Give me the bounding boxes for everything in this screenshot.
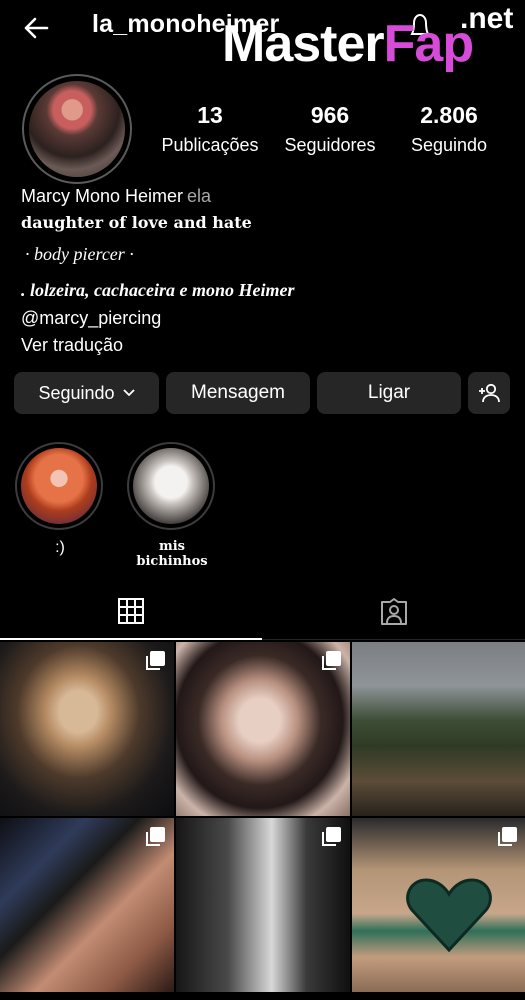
add-user-icon: [479, 383, 500, 403]
message-button[interactable]: Mensagem: [166, 372, 310, 414]
stat-posts-count: 13: [197, 102, 223, 128]
stat-posts-label: Publicações: [161, 135, 259, 155]
multiple-photos-icon: [322, 827, 341, 846]
profile-pronoun: ela: [187, 186, 212, 206]
message-button-label: Mensagem: [191, 382, 285, 403]
tab-posts-grid[interactable]: [0, 584, 262, 640]
multiple-photos-icon: [498, 827, 517, 846]
post-thumbnail[interactable]: [352, 818, 525, 992]
call-button[interactable]: Ligar: [317, 372, 461, 414]
bio-line-3: . lolzeira, cachaceira e mono Heimer: [21, 280, 295, 300]
bio-mention-link[interactable]: @marcy_piercing: [21, 308, 161, 329]
watermark-suffix: .net: [460, 2, 514, 35]
watermark-text: MasterFap: [222, 15, 474, 73]
stat-following[interactable]: 2.806 Seguindo: [404, 102, 494, 156]
story-highlight[interactable]: :): [15, 442, 105, 557]
tagged-person-icon: [380, 597, 407, 625]
highlight-cover: [15, 442, 103, 530]
story-highlight[interactable]: mis bichinhos: [127, 442, 217, 569]
bio-line-2: · body piercer ·: [25, 244, 134, 264]
multiple-photos-icon: [322, 651, 341, 670]
profile-name-row: Marcy Mono Heimer ela: [21, 186, 211, 207]
chevron-down-icon: [122, 389, 135, 397]
stat-following-count: 2.806: [420, 102, 478, 128]
suggested-users-button[interactable]: [468, 372, 510, 414]
highlight-label: mis bichinhos: [136, 539, 208, 569]
call-button-label: Ligar: [367, 382, 411, 403]
highlight-cover: [127, 442, 215, 530]
post-thumbnail[interactable]: [352, 642, 525, 816]
grid-icon: [118, 598, 144, 624]
top-bar: la_monoheimer MasterFap .net: [0, 0, 525, 73]
tab-tagged[interactable]: [262, 584, 525, 640]
stat-posts[interactable]: 13 Publicações: [156, 102, 264, 156]
stat-followers-count: 966: [310, 102, 350, 128]
multiple-photos-icon: [146, 651, 165, 670]
heart-tattoo-image: [406, 878, 492, 953]
post-thumbnail[interactable]: [0, 642, 174, 816]
post-thumbnail[interactable]: [0, 818, 174, 992]
post-thumbnail[interactable]: [176, 818, 350, 992]
following-button[interactable]: Seguindo: [14, 372, 159, 414]
masterfap-watermark: MasterFap .net: [222, 2, 525, 76]
stat-followers-label: Seguidores: [284, 135, 376, 155]
profile-stats: 13 Publicações 966 Seguidores 2.806 Segu…: [150, 102, 510, 162]
profile-tabs: [0, 584, 525, 640]
profile-display-name: Marcy Mono Heimer: [21, 186, 184, 206]
avatar-image: [29, 81, 125, 177]
bio-line-1: daughter of love and hate: [21, 213, 252, 232]
multiple-photos-icon: [146, 827, 165, 846]
arrow-left-icon[interactable]: [20, 12, 52, 44]
highlight-label: :): [55, 539, 65, 556]
see-translation-link[interactable]: Ver tradução: [21, 335, 123, 356]
post-thumbnail[interactable]: [176, 642, 350, 816]
stat-followers[interactable]: 966 Seguidores: [278, 102, 382, 156]
stat-following-label: Seguindo: [410, 135, 488, 155]
following-button-label: Seguindo: [38, 382, 115, 403]
profile-avatar[interactable]: [22, 74, 132, 184]
